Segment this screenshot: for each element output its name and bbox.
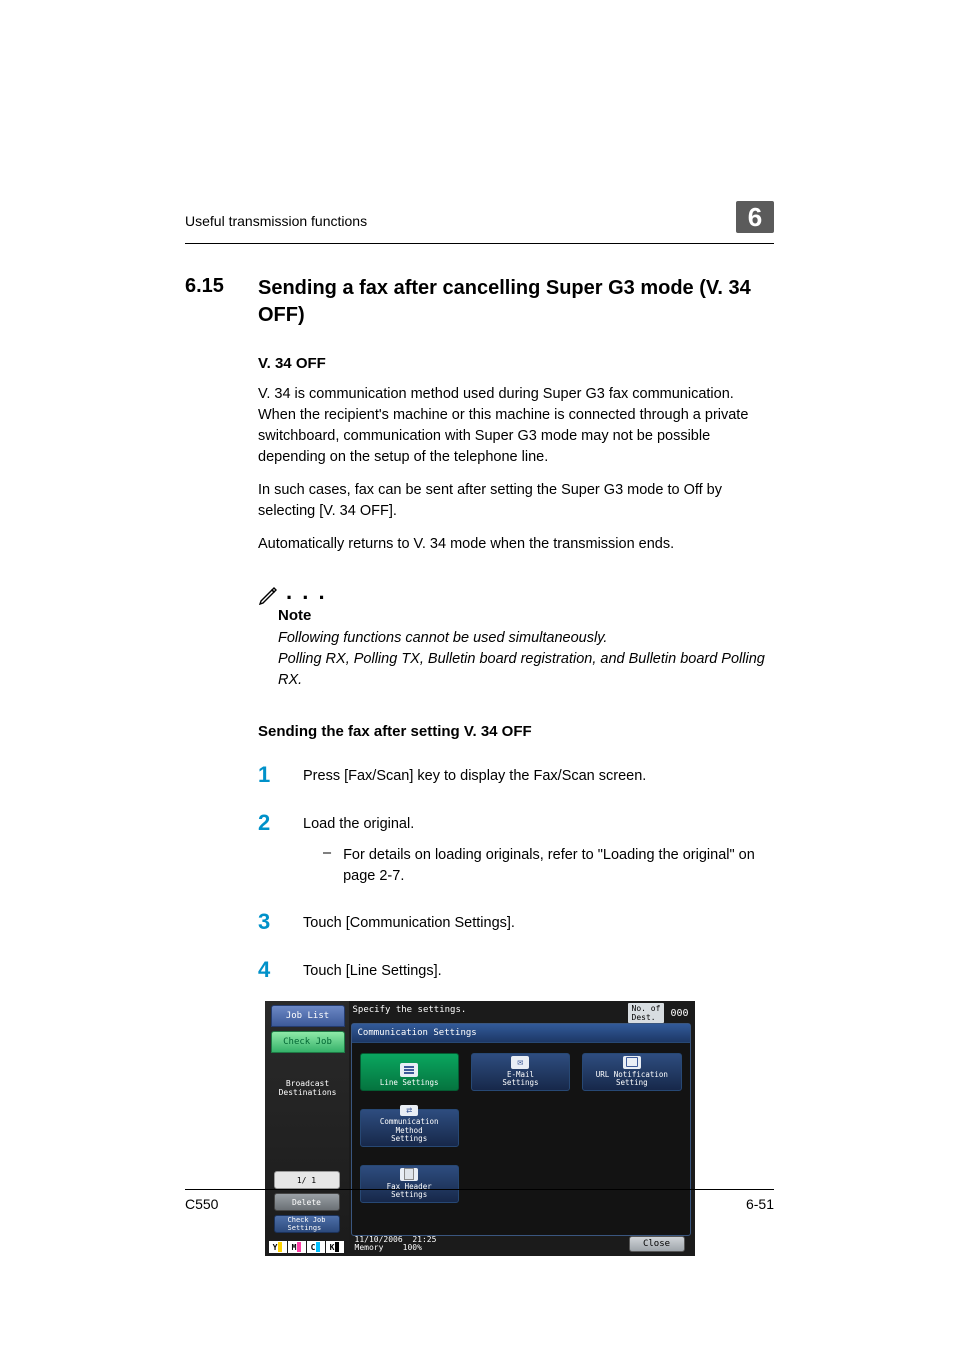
footer-model: C550 xyxy=(185,1196,218,1212)
line-settings-button[interactable]: Line Settings xyxy=(360,1053,459,1091)
transfer-icon xyxy=(400,1105,418,1116)
step-text: Press [Fax/Scan] key to display the Fax/… xyxy=(303,762,646,787)
status-date: 11/10/2006 xyxy=(355,1235,403,1244)
step-text: Load the original. xyxy=(303,810,774,835)
dash-icon: – xyxy=(323,845,331,887)
device-sidebar: Job List Check Job Broadcast Destination… xyxy=(265,1001,349,1256)
procedure-step: 4 Touch [Line Settings]. xyxy=(258,957,774,983)
step-text: Touch [Line Settings]. xyxy=(303,957,442,982)
running-header: Useful transmission functions 6 xyxy=(185,205,774,244)
button-label: Line Settings xyxy=(380,1079,439,1087)
close-button[interactable]: Close xyxy=(629,1236,685,1252)
procedure-step: 2 Load the original. – For details on lo… xyxy=(258,810,774,887)
page-indicator: 1/ 1 xyxy=(274,1171,340,1189)
note-block: . . . Note Following functions cannot be… xyxy=(258,583,774,691)
url-notification-button[interactable]: URL Notification Setting xyxy=(582,1053,681,1091)
paragraph: V. 34 is communication method used durin… xyxy=(258,384,774,468)
document-icon xyxy=(400,1063,418,1077)
toner-indicator: Y M C K xyxy=(269,1241,344,1253)
toner-y-icon: Y xyxy=(269,1241,287,1253)
broadcast-destinations-label[interactable]: Broadcast Destinations xyxy=(271,1079,345,1097)
memory-label: Memory xyxy=(355,1243,384,1252)
button-label: E-Mail Settings xyxy=(502,1071,538,1088)
destination-label: No. of Dest. xyxy=(628,1003,665,1023)
footer-page-number: 6-51 xyxy=(746,1196,774,1212)
ellipsis-icon: . . . xyxy=(286,581,327,603)
toner-c-icon: C xyxy=(307,1241,325,1253)
toner-m-icon: M xyxy=(288,1241,306,1253)
procedure-heading: Sending the fax after setting V. 34 OFF xyxy=(258,723,774,740)
check-job-settings-button[interactable]: Check Job Settings xyxy=(274,1215,340,1233)
button-label: Communication Method Settings xyxy=(365,1118,454,1143)
toner-k-icon: K xyxy=(326,1241,344,1253)
step-number: 2 xyxy=(258,810,283,836)
sub-step: – For details on loading originals, refe… xyxy=(323,845,774,887)
mail-icon xyxy=(511,1056,529,1069)
browser-icon xyxy=(623,1056,641,1069)
chapter-number-badge: 6 xyxy=(736,201,774,233)
destination-count: 000 xyxy=(670,1008,688,1019)
paragraph: Automatically returns to V. 34 mode when… xyxy=(258,534,774,555)
status-time: 21:25 xyxy=(412,1235,436,1244)
section-title: Sending a fax after cancelling Super G3 … xyxy=(258,275,774,329)
step-number: 3 xyxy=(258,909,283,935)
tab-check-job[interactable]: Check Job xyxy=(271,1031,345,1053)
email-settings-button[interactable]: E-Mail Settings xyxy=(471,1053,570,1091)
step-text: Touch [Communication Settings]. xyxy=(303,909,515,934)
memory-value: 100% xyxy=(403,1243,422,1252)
button-label: URL Notification Setting xyxy=(596,1071,668,1088)
step-number: 1 xyxy=(258,762,283,788)
step-number: 4 xyxy=(258,957,283,983)
communication-method-button[interactable]: Communication Method Settings xyxy=(360,1109,459,1147)
note-label: Note xyxy=(278,607,774,624)
note-icon-row: . . . xyxy=(258,583,774,605)
procedure-step: 3 Touch [Communication Settings]. xyxy=(258,909,774,935)
section-heading: 6.15 Sending a fax after cancelling Supe… xyxy=(185,275,774,329)
device-panel: Specify the settings. No. of Dest. 000 J… xyxy=(265,1001,695,1256)
note-text: Following functions cannot be used simul… xyxy=(278,628,774,691)
panel-instruction: Specify the settings. xyxy=(353,1005,467,1015)
sub-step-text: For details on loading originals, refer … xyxy=(343,845,774,887)
status-bar: 11/10/2006 21:25 Memory 100% xyxy=(355,1236,437,1254)
pencil-icon xyxy=(258,583,280,605)
procedure-step: 1 Press [Fax/Scan] key to display the Fa… xyxy=(258,762,774,788)
subsection-title: V. 34 OFF xyxy=(258,355,774,372)
page-footer: C550 6-51 xyxy=(185,1189,774,1212)
running-header-text: Useful transmission functions xyxy=(185,213,367,229)
fax-icon xyxy=(400,1168,418,1181)
paragraph: In such cases, fax can be sent after set… xyxy=(258,480,774,522)
destination-counter: No. of Dest. 000 xyxy=(628,1003,689,1023)
panel-title: Communication Settings xyxy=(352,1024,690,1043)
tab-job-list[interactable]: Job List xyxy=(271,1005,345,1027)
section-number: 6.15 xyxy=(185,275,240,298)
